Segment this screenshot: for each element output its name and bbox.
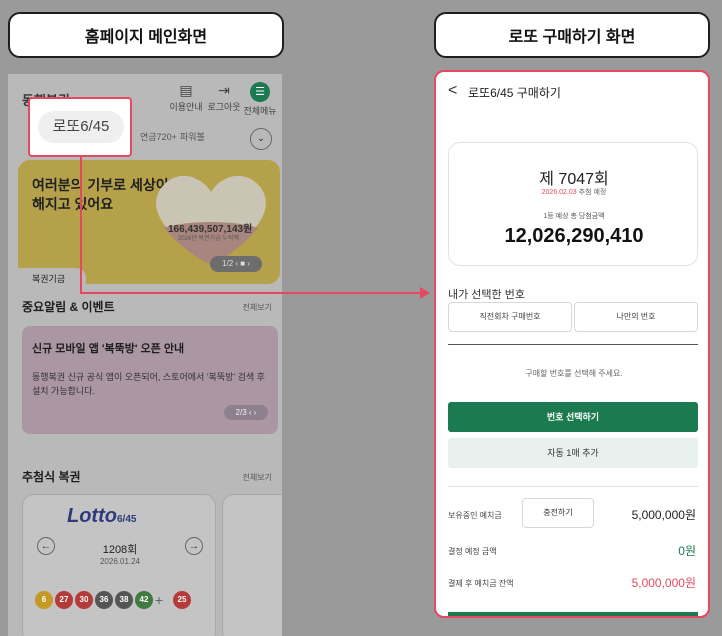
prize-amount: 12,026,290,410 <box>504 225 644 247</box>
menu-label: 전체메뉴 <box>243 106 277 116</box>
fund-label: 복권기금 <box>32 274 66 284</box>
select-numbers-button[interactable]: 번호 선택하기 <box>448 402 698 432</box>
lotto-logo-suffix: 6/45 <box>116 514 137 525</box>
lotto-result-card[interactable]: Lotto6/45 ← → 1208회 2026.01.24 6 27 30 3… <box>22 494 216 636</box>
lottery-fund-link[interactable]: 복권기금 <box>18 268 86 286</box>
winning-ball: 30 <box>75 591 93 609</box>
menu-icon: ☰ <box>250 82 270 102</box>
home-screen-label: 홈페이지 메인화면 <box>8 12 284 58</box>
chevron-down-icon[interactable]: ⌄ <box>250 128 272 150</box>
draw-round: 제 7047회 <box>539 171 609 188</box>
deposit-value: 5,000,000원 <box>631 508 696 522</box>
winning-ball: 6 <box>35 591 53 609</box>
draw-info-card: 제 7047회 2026.02.03 추첨 예정 1등 예상 총 당첨금액 12… <box>448 142 698 266</box>
draw-section-title: 추첨식 복권 <box>22 470 81 484</box>
draw-round: 1208회 <box>102 544 138 556</box>
winning-ball: 27 <box>55 591 73 609</box>
prize-label: 1등 예상 총 당첨금액 <box>543 213 605 220</box>
pension-result-card[interactable] <box>222 494 282 636</box>
donation-banner[interactable]: 여러분의 기부로 세상이 따듯해지고 있어요 166,439,507,143원 … <box>18 160 280 284</box>
selection-hint: 구매할 번호를 선택해 주세요. <box>525 369 623 378</box>
event-card[interactable]: 신규 모바일 앱 '복뚝방' 오픈 안내 동행복권 신규 공식 앱이 오픈되어,… <box>22 326 278 434</box>
home-screen: 동행복권 ▤ 이용안내 ⇥ 로그아웃 ☰ 전체메뉴 연금720+ 파워볼 ⌄ 여… <box>8 74 282 636</box>
balance-value: 5,000,000원 <box>631 576 696 590</box>
banner-pager[interactable]: 1/2 ‹ ■ › <box>210 256 262 272</box>
purchase-button[interactable] <box>448 612 698 616</box>
balance-label: 결제 후 예치금 잔액 <box>448 579 514 588</box>
draw-date-suffix: 추첨 예정 <box>578 189 607 196</box>
tab-powerball[interactable]: 파워볼 <box>180 130 205 143</box>
events-see-all-link[interactable]: 전체보기 <box>243 302 272 313</box>
logout-icon: ⇥ <box>218 82 230 98</box>
event-body: 동행복권 신규 공식 앱이 오픈되어, 스토어에서 '복뚝방' 검색 후 설치 … <box>32 372 265 396</box>
add-auto-ticket-button[interactable]: 자동 1매 추가 <box>448 438 698 468</box>
arrow-right-icon <box>420 287 430 299</box>
winning-ball: 38 <box>115 591 133 609</box>
charge-button[interactable]: 충전하기 <box>522 498 594 528</box>
event-pager[interactable]: 2/3 ‹ › <box>224 405 268 420</box>
draw-see-all-link[interactable]: 전체보기 <box>243 472 272 483</box>
back-icon[interactable]: < <box>448 82 457 100</box>
winning-ball: 36 <box>95 591 113 609</box>
draw-date-value: 2026.02.03 <box>541 189 577 196</box>
bonus-ball: 25 <box>173 591 191 609</box>
draw-date: 2026.02.03 추첨 예정 <box>449 187 699 197</box>
lotto-tab-highlight: 로또6/45 <box>28 97 132 157</box>
guide-button[interactable]: ▤ 이용안내 <box>166 82 206 113</box>
payment-value: 0원 <box>678 544 696 558</box>
draw-date: 2026.01.24 <box>99 557 141 566</box>
bonus-plus: + <box>155 592 164 608</box>
menu-button[interactable]: ☰ 전체메뉴 <box>240 82 280 117</box>
divider <box>448 486 698 487</box>
winning-ball: 42 <box>135 591 153 609</box>
donation-amount-caption: 2026년 복권기금 누적액 <box>178 236 239 242</box>
events-section-title: 중요알림 & 이벤트 <box>22 300 115 314</box>
page-title: 로또6/45 구매하기 <box>468 86 561 100</box>
event-title: 신규 모바일 앱 '복뚝방' 오픈 안내 <box>32 343 185 355</box>
logout-button[interactable]: ⇥ 로그아웃 <box>204 82 244 113</box>
selected-numbers-title: 내가 선택한 번호 <box>448 289 525 301</box>
banner-page-count: 1/2 <box>222 259 234 268</box>
guide-label: 이용안내 <box>169 102 203 112</box>
tab-lotto645[interactable]: 로또6/45 <box>38 111 124 143</box>
connector-line <box>80 157 82 293</box>
previous-numbers-button[interactable]: 직전회차 구매번호 <box>448 302 572 332</box>
connector-line <box>80 292 422 294</box>
deposit-label: 보유중인 예치금 <box>448 511 502 520</box>
event-page-count: 2/3 <box>235 408 247 417</box>
payment-label: 결정 예정 금액 <box>448 547 497 556</box>
book-icon: ▤ <box>179 82 193 98</box>
my-numbers-button[interactable]: 나만의 번호 <box>574 302 698 332</box>
purchase-screen: < 로또6/45 구매하기 제 7047회 2026.02.03 추첨 예정 1… <box>434 70 710 618</box>
tab-pension[interactable]: 연금720+ <box>140 130 177 143</box>
lotto-logo: Lotto6/45 <box>67 505 136 528</box>
purchase-screen-label: 로또 구매하기 화면 <box>434 12 710 58</box>
divider <box>448 344 698 345</box>
lotto-logo-text: Lotto <box>67 505 117 527</box>
logout-label: 로그아웃 <box>207 102 241 112</box>
